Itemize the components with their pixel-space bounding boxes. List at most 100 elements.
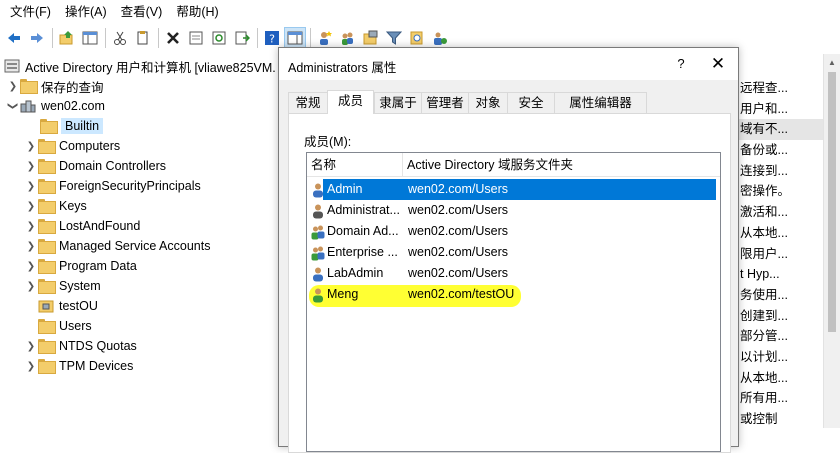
list-item[interactable]: t Hyp...	[738, 264, 823, 285]
chevron-right-icon[interactable]: ❯	[24, 336, 38, 356]
list-item[interactable]: 限用户...	[738, 244, 823, 265]
tree-item-tpm-devices[interactable]: ❯ TPM Devices	[24, 356, 133, 376]
tree-item-keys[interactable]: ❯ Keys	[24, 196, 87, 216]
show-hide-icon[interactable]	[284, 27, 306, 49]
tree-item-managed-service-accounts[interactable]: ❯ Managed Service Accounts	[24, 236, 210, 256]
list-item[interactable]: 用户和...	[738, 99, 823, 120]
help-button[interactable]: ?	[671, 54, 691, 74]
list-item[interactable]: 部分管...	[738, 326, 823, 347]
members-panel: 成员(M): 名称 Active Directory 域服务文件夹 Admin …	[288, 113, 731, 453]
refresh-icon[interactable]	[208, 27, 230, 49]
chevron-right-icon[interactable]: ❯	[24, 196, 38, 216]
list-item[interactable]: 或控制	[738, 409, 823, 430]
members-label: 成员(M):	[304, 135, 352, 149]
chevron-right-icon[interactable]: ❯	[24, 216, 38, 236]
chevron-right-icon[interactable]: ❯	[24, 276, 38, 296]
column-header-folder[interactable]: Active Directory 域服务文件夹	[403, 153, 703, 177]
table-row[interactable]: Administrat... wen02.com/Users	[307, 200, 720, 221]
chevron-right-icon[interactable]: ❯	[24, 236, 38, 256]
forward-icon[interactable]	[26, 27, 48, 49]
find-icon[interactable]	[406, 27, 428, 49]
tree-root[interactable]: Active Directory 用户和计算机 [vliawe825VM.	[4, 56, 276, 76]
scroll-thumb[interactable]	[828, 72, 836, 332]
tab-members[interactable]: 成员	[327, 90, 374, 114]
list-item[interactable]: 从本地...	[738, 223, 823, 244]
list-item[interactable]: 备份或...	[738, 140, 823, 161]
list-item[interactable]: 激活和...	[738, 202, 823, 223]
tab-object[interactable]: 对象	[468, 92, 508, 113]
tree-item-program-data[interactable]: ❯ Program Data	[24, 256, 137, 276]
export-icon[interactable]	[231, 27, 253, 49]
chevron-right-icon[interactable]: ❯	[24, 136, 38, 156]
list-item[interactable]: 域有不...	[738, 119, 823, 141]
tree-item-computers[interactable]: ❯ Computers	[24, 136, 120, 156]
dialog-title-bar[interactable]: Administrators 属性 ? ✕	[279, 48, 738, 80]
tree-item-test-ou[interactable]: testOU	[38, 296, 98, 316]
properties-dialog: Administrators 属性 ? ✕ 常规 成员 隶属于 管理者 对象 安…	[278, 47, 739, 453]
list-item[interactable]: 从本地...	[738, 368, 823, 389]
new-group-icon[interactable]	[337, 27, 359, 49]
tab-general[interactable]: 常规	[288, 92, 328, 113]
delete-icon[interactable]	[162, 27, 184, 49]
toolbar-separator	[52, 28, 53, 48]
tree-item-lost-and-found[interactable]: ❯ LostAndFound	[24, 216, 140, 236]
tree-item-users[interactable]: Users	[38, 316, 92, 336]
tree-item-domain[interactable]: ❯ wen02.com	[6, 96, 105, 116]
table-row[interactable]: LabAdmin wen02.com/Users	[307, 263, 720, 284]
member-name: Admin	[327, 182, 363, 196]
column-header-name[interactable]: 名称	[307, 153, 403, 177]
add-to-group-icon[interactable]	[429, 27, 451, 49]
new-ou-icon[interactable]	[360, 27, 382, 49]
member-folder: wen02.com/Users	[408, 266, 509, 280]
tree-item-label: LostAndFound	[59, 219, 141, 233]
chevron-right-icon[interactable]: ❯	[24, 176, 38, 196]
scroll-up-icon[interactable]: ▲	[828, 58, 836, 67]
table-row[interactable]: Admin wen02.com/Users	[307, 179, 720, 200]
new-user-icon[interactable]	[314, 27, 336, 49]
up-folder-icon[interactable]	[56, 27, 78, 49]
dialog-title: Administrators 属性	[288, 61, 397, 75]
tree-item-builtin[interactable]: Builtin	[40, 116, 104, 136]
copy-icon[interactable]	[132, 27, 154, 49]
list-item[interactable]: 密操作。	[738, 181, 823, 202]
cut-icon[interactable]	[109, 27, 131, 49]
menu-help[interactable]: 帮助(H)	[170, 0, 226, 24]
chevron-right-icon[interactable]: ❯	[24, 356, 38, 376]
menu-file[interactable]: 文件(F)	[4, 0, 59, 24]
list-item[interactable]: 所有用...	[738, 388, 823, 409]
help-icon[interactable]: ?	[261, 27, 283, 49]
tab-attribute-editor[interactable]: 属性编辑器	[554, 92, 647, 113]
tree-item-domain-controllers[interactable]: ❯ Domain Controllers	[24, 156, 166, 176]
properties-icon[interactable]	[185, 27, 207, 49]
back-icon[interactable]	[3, 27, 25, 49]
list-item[interactable]: 创建到...	[738, 306, 823, 327]
menu-action[interactable]: 操作(A)	[59, 0, 115, 24]
list-item[interactable]: 远程查...	[738, 78, 823, 99]
list-item[interactable]: 务使用...	[738, 285, 823, 306]
list-item[interactable]: 以计划...	[738, 347, 823, 368]
table-row[interactable]: Enterprise ... wen02.com/Users	[307, 242, 720, 263]
tab-member-of[interactable]: 隶属于	[374, 92, 422, 113]
folder-icon	[38, 339, 56, 354]
console-tree-icon[interactable]	[79, 27, 101, 49]
menu-view[interactable]: 查看(V)	[115, 0, 171, 24]
tab-security[interactable]: 安全	[507, 92, 555, 113]
table-row[interactable]: Meng wen02.com/testOU	[307, 284, 720, 307]
close-icon[interactable]: ✕	[707, 53, 729, 75]
vertical-scrollbar[interactable]: ▲	[823, 54, 840, 428]
tree-item-ntds-quotas[interactable]: ❯ NTDS Quotas	[24, 336, 137, 356]
tree-item-saved-queries[interactable]: ❯ 保存的查询	[6, 76, 104, 96]
chevron-down-icon[interactable]: ❯	[3, 99, 23, 113]
chevron-right-icon[interactable]: ❯	[24, 156, 38, 176]
toolbar-separator	[105, 28, 106, 48]
chevron-right-icon[interactable]: ❯	[6, 76, 20, 96]
filter-icon[interactable]	[383, 27, 405, 49]
tree-item-foreign-security-principals[interactable]: ❯ ForeignSecurityPrincipals	[24, 176, 201, 196]
list-item[interactable]: 连接到...	[738, 161, 823, 182]
chevron-right-icon[interactable]: ❯	[24, 256, 38, 276]
table-row[interactable]: Domain Ad... wen02.com/Users	[307, 221, 720, 242]
tree-item-system[interactable]: ❯ System	[24, 276, 101, 296]
member-name: Administrat...	[327, 203, 400, 217]
members-list[interactable]: 名称 Active Directory 域服务文件夹 Admin wen02.c…	[306, 152, 721, 452]
tab-managed-by[interactable]: 管理者	[421, 92, 469, 113]
